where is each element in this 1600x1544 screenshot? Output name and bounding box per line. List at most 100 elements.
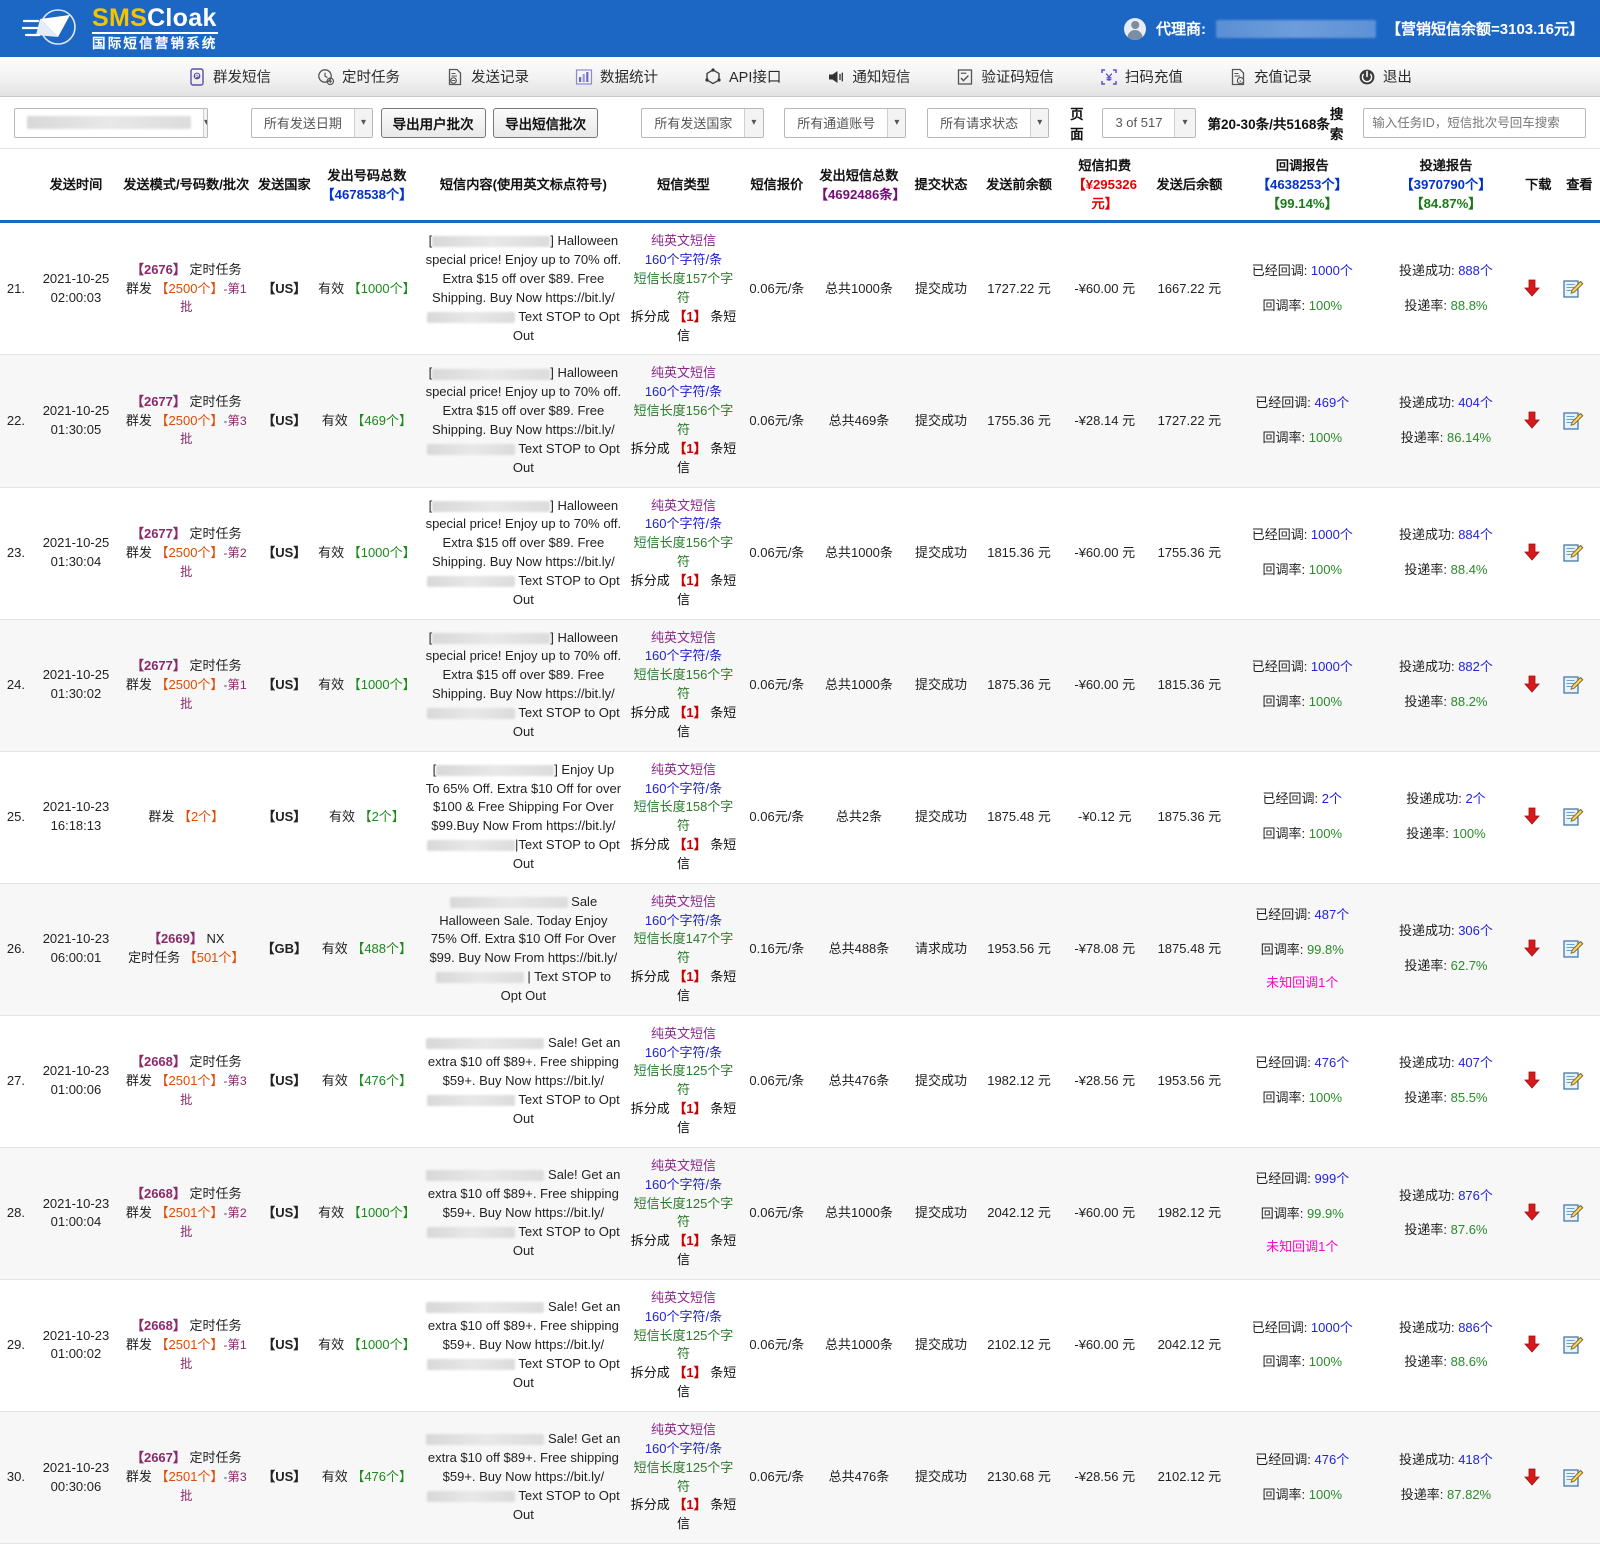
row-download-cell[interactable] — [1517, 221, 1559, 356]
nav-item-bulk-sms[interactable]: 群发短信 — [188, 66, 271, 87]
row-view-cell[interactable] — [1558, 221, 1600, 356]
row-country[interactable]: 【US】 — [255, 1015, 313, 1148]
row-download-cell[interactable] — [1517, 1411, 1559, 1544]
header-fee-sub: 【¥295326元】 — [1072, 177, 1137, 212]
account-select[interactable]: ▾ — [14, 107, 208, 138]
row-sms-total[interactable]: 总共1000条 — [812, 221, 906, 356]
row-send-time: 2021-10-23 01:00:04 — [34, 1147, 117, 1280]
download-icon[interactable] — [1521, 806, 1543, 828]
status-select[interactable]: 所有请求状态 ▾ — [927, 107, 1050, 138]
edit-icon[interactable] — [1562, 1202, 1584, 1224]
country-select[interactable]: 所有发送国家 ▾ — [641, 107, 764, 138]
date-select[interactable]: 所有发送日期 ▾ — [250, 107, 374, 138]
row-country[interactable]: 【US】 — [255, 487, 313, 620]
row-sms-total[interactable]: 总共1000条 — [812, 619, 906, 752]
nav-item-scheduled-task[interactable]: 定时任务 — [317, 66, 400, 87]
row-download-cell[interactable] — [1517, 619, 1559, 752]
nav-label: 退出 — [1382, 70, 1412, 86]
channel-select[interactable]: 所有通道账号 ▾ — [784, 107, 907, 138]
row-view-cell[interactable] — [1558, 883, 1600, 1016]
edit-icon[interactable] — [1562, 1070, 1584, 1092]
download-icon[interactable] — [1521, 1070, 1543, 1092]
row-type-line1: 纯英文短信 — [650, 893, 716, 909]
edit-icon[interactable] — [1562, 938, 1584, 960]
row-download-cell[interactable] — [1517, 1015, 1559, 1148]
table-row: 30. 2021-10-23 00:30:06 【2667】 定时任务 群发 【2501… — [0, 1411, 1600, 1544]
row-sms-total[interactable]: 总共476条 — [812, 1015, 906, 1148]
row-view-cell[interactable] — [1558, 1279, 1600, 1412]
download-icon[interactable] — [1521, 1202, 1543, 1224]
logo[interactable]: SMSCloak 国际短信营销系统 — [0, 6, 218, 51]
row-sms-total[interactable]: 总共1000条 — [812, 487, 906, 620]
row-view-cell[interactable] — [1558, 1147, 1600, 1280]
download-icon[interactable] — [1521, 542, 1543, 564]
page-select[interactable]: 3 of 517 ▾ — [1102, 107, 1196, 138]
row-send-time: 2021-10-25 01:30:04 — [34, 487, 117, 620]
row-fee: -¥60.00 元 — [1061, 221, 1149, 356]
edit-icon[interactable] — [1562, 542, 1584, 564]
row-sms-total[interactable]: 总共1000条 — [812, 1147, 906, 1280]
row-sms-total[interactable]: 总共476条 — [812, 1411, 906, 1544]
row-type-line2: 160个字符/条 — [644, 1440, 723, 1456]
row-view-cell[interactable] — [1558, 354, 1600, 488]
nav-item-qr-recharge[interactable]: 扫码充值 — [1100, 66, 1183, 87]
row-view-cell[interactable] — [1558, 1411, 1600, 1544]
download-icon[interactable] — [1521, 1467, 1543, 1489]
user-avatar-icon — [1124, 17, 1147, 40]
row-country[interactable]: 【US】 — [255, 1147, 313, 1280]
row-country[interactable]: 【US】 — [255, 619, 313, 752]
edit-icon[interactable] — [1562, 278, 1584, 300]
row-view-cell[interactable] — [1558, 619, 1600, 752]
row-country[interactable]: 【GB】 — [255, 883, 313, 1016]
row-sms-total[interactable]: 总共1000条 — [812, 1279, 906, 1412]
table-row: 29. 2021-10-23 01:00:02 【2668】 定时任务 群发 【2501… — [0, 1279, 1600, 1412]
row-download-cell[interactable] — [1517, 1279, 1559, 1412]
edit-icon[interactable] — [1562, 806, 1584, 828]
row-view-cell[interactable] — [1558, 487, 1600, 620]
nav-item-logout[interactable]: 退出 — [1358, 66, 1412, 87]
edit-icon[interactable] — [1562, 410, 1584, 432]
row-country[interactable]: 【US】 — [255, 221, 313, 356]
nav-item-recharge-record[interactable]: ¥ 充值记录 — [1229, 66, 1312, 87]
download-icon[interactable] — [1521, 938, 1543, 960]
row-sms-total[interactable]: 总共488条 — [812, 883, 906, 1016]
row-type-line4: 拆分成 【1】 条短信 — [630, 440, 737, 475]
row-sms-total[interactable]: 总共2条 — [812, 751, 906, 884]
download-icon[interactable] — [1521, 674, 1543, 696]
api-icon — [705, 67, 721, 84]
download-icon[interactable] — [1521, 410, 1543, 432]
nav-item-verify-sms[interactable]: 验证码短信 — [956, 66, 1054, 87]
row-download-cell[interactable] — [1517, 751, 1559, 884]
row-delivery-report: 投递成功: 407个 投递率: 85.5% — [1374, 1015, 1518, 1148]
row-download-cell[interactable] — [1517, 1147, 1559, 1280]
row-country[interactable]: 【US】 — [255, 1279, 313, 1412]
row-view-cell[interactable] — [1558, 1015, 1600, 1148]
row-content-tail: Text STOP to Opt Out — [512, 704, 620, 739]
nav-item-statistics[interactable]: 数据统计 — [575, 66, 658, 87]
edit-icon[interactable] — [1562, 1467, 1584, 1489]
nav-item-notify-sms[interactable]: 通知短信 — [827, 66, 910, 87]
download-icon[interactable] — [1521, 1334, 1543, 1356]
row-download-cell[interactable] — [1517, 487, 1559, 620]
row-download-cell[interactable] — [1517, 354, 1559, 488]
row-mode-count: 【501个】 — [183, 950, 245, 966]
edit-icon[interactable] — [1562, 674, 1584, 696]
row-type-line4: 拆分成 【1】 条短信 — [630, 1233, 737, 1268]
row-country[interactable]: 【US】 — [255, 751, 313, 884]
search-input[interactable] — [1363, 107, 1586, 138]
export-user-batch-button[interactable]: 导出用户批次 — [380, 107, 486, 138]
row-price: 0.06元/条 — [740, 1147, 813, 1280]
nav-item-api[interactable]: API接口 — [704, 66, 781, 87]
row-type-line4: 拆分成 【1】 条短信 — [630, 308, 737, 343]
row-country[interactable]: 【US】 — [255, 1411, 313, 1544]
row-sms-content: [] Halloween special price! Enjoy up to … — [420, 487, 626, 620]
row-view-cell[interactable] — [1558, 751, 1600, 884]
export-sms-batch-button[interactable]: 导出短信批次 — [493, 107, 599, 138]
row-fee: -¥60.00 元 — [1061, 1147, 1149, 1280]
row-country[interactable]: 【US】 — [255, 354, 313, 488]
nav-item-send-record[interactable]: 发送记录 — [446, 66, 529, 87]
row-sms-total[interactable]: 总共469条 — [812, 354, 906, 488]
row-download-cell[interactable] — [1517, 883, 1559, 1016]
download-icon[interactable] — [1521, 278, 1543, 300]
edit-icon[interactable] — [1562, 1334, 1584, 1356]
